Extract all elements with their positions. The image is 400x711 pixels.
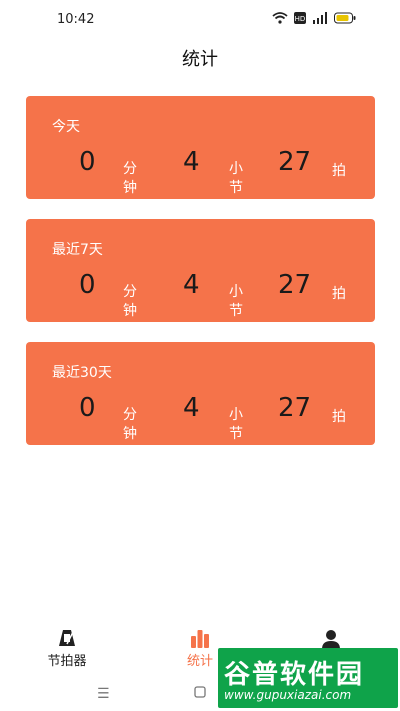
stats-card-7days: 最近7天 0 分钟 4 小节 27 拍	[26, 219, 375, 322]
beats-value: 27	[278, 147, 312, 177]
hd-icon: HD	[294, 12, 306, 24]
watermark-url: www.gupuxiazai.com	[224, 688, 352, 702]
minutes-unit: 分钟	[123, 407, 137, 442]
svg-text:HD: HD	[295, 15, 306, 23]
beats-value: 27	[278, 270, 312, 300]
beats-unit: 拍	[332, 163, 346, 179]
watermark-logo: 谷普软件园 www.gupuxiazai.com	[218, 648, 398, 708]
bars-unit: 小节	[229, 284, 243, 319]
minutes-unit: 分钟	[123, 284, 137, 319]
wifi-icon	[272, 12, 288, 24]
minutes-value: 0	[79, 393, 96, 423]
bars-unit: 小节	[229, 407, 243, 442]
bars-unit: 小节	[229, 161, 243, 196]
stats-card-today: 今天 0 分钟 4 小节 27 拍	[26, 96, 375, 199]
status-bar: 10:42 HD	[0, 0, 400, 38]
tab-metronome[interactable]: 节拍器	[12, 620, 122, 675]
bars-value: 4	[183, 147, 200, 177]
beats-unit: 拍	[332, 409, 346, 425]
card-title: 最近30天	[52, 365, 112, 381]
status-icons: HD	[272, 12, 356, 24]
signal-icon	[313, 12, 327, 24]
tab-label: 节拍器	[47, 654, 87, 669]
beats-value: 27	[278, 393, 312, 423]
minutes-value: 0	[79, 270, 96, 300]
metronome-icon	[59, 630, 75, 646]
card-title: 最近7天	[52, 242, 103, 258]
page-title: 统计	[182, 49, 218, 70]
bars-value: 4	[183, 393, 200, 423]
beats-unit: 拍	[332, 286, 346, 302]
card-title: 今天	[52, 119, 80, 135]
minutes-unit: 分钟	[123, 161, 137, 196]
bar-chart-icon	[191, 630, 209, 648]
user-icon	[322, 630, 340, 649]
bars-value: 4	[183, 270, 200, 300]
menu-icon[interactable]: ☰	[97, 686, 110, 702]
stats-card-30days: 最近30天 0 分钟 4 小节 27 拍	[26, 342, 375, 445]
minutes-value: 0	[79, 147, 96, 177]
battery-icon	[334, 12, 356, 24]
watermark-text: 谷普软件园	[224, 660, 365, 690]
status-time: 10:42	[57, 12, 95, 27]
home-icon[interactable]	[194, 686, 206, 702]
